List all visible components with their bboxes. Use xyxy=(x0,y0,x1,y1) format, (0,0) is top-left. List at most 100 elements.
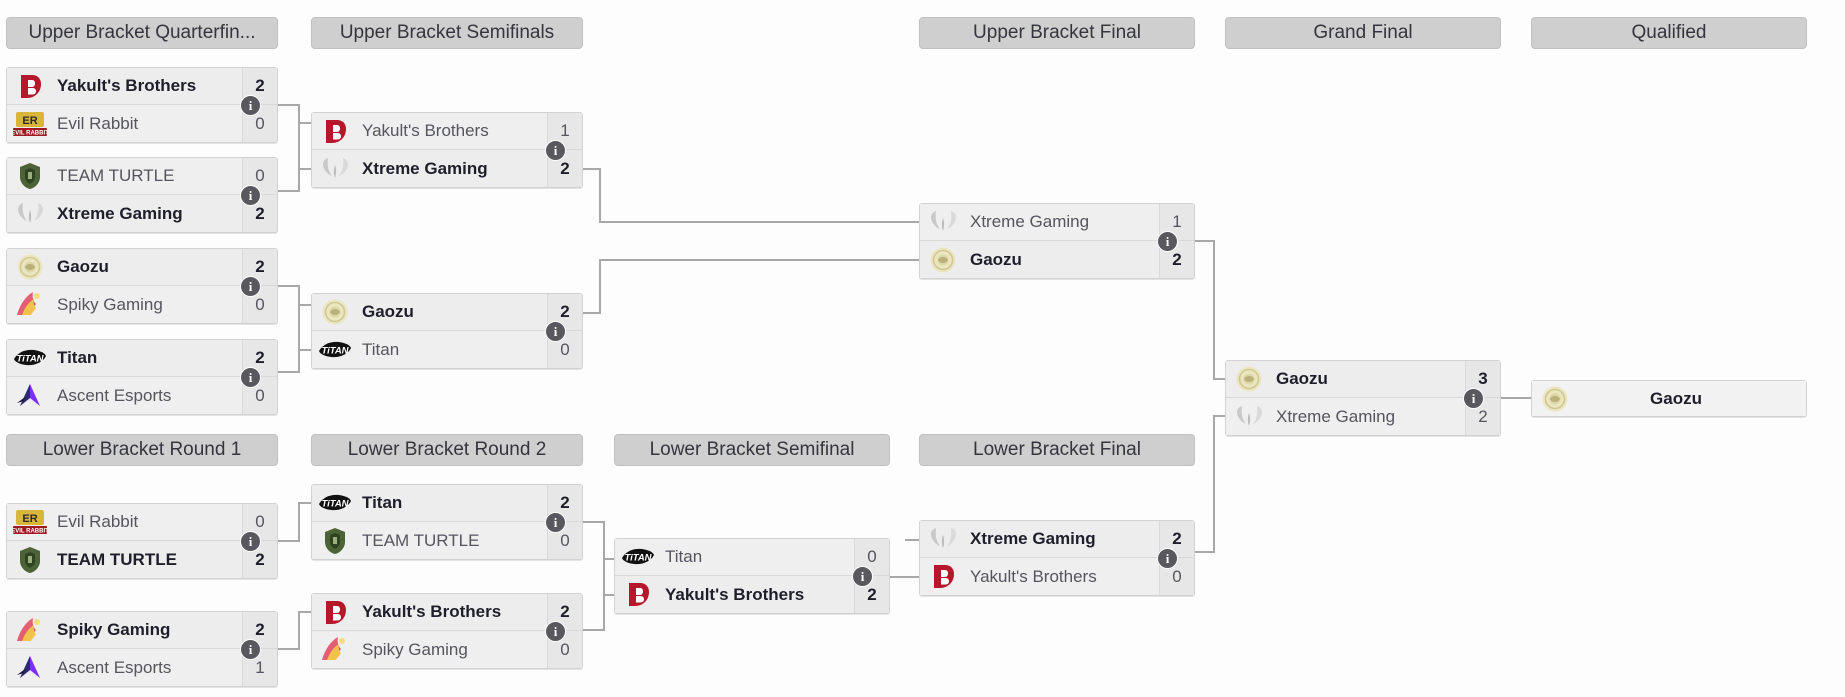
qualified-card[interactable]: Gaozu xyxy=(1531,380,1807,417)
match-upper-semifinal-2[interactable]: Gaozu 2 TiTAN Titan 0 i xyxy=(311,293,583,369)
team-name: Xtreme Gaming xyxy=(57,203,183,223)
match-row-team-bottom[interactable]: Spiky Gaming 0 xyxy=(7,286,277,323)
team-turtle-logo xyxy=(317,526,353,555)
svg-text:TiTAN: TiTAN xyxy=(321,345,349,356)
match-info-icon[interactable]: i xyxy=(240,531,261,552)
match-info-icon[interactable]: i xyxy=(240,185,261,206)
round-header-lower-bracket-round-2[interactable]: Lower Bracket Round 2 xyxy=(311,434,583,466)
connector xyxy=(278,371,300,373)
match-grand-final[interactable]: Gaozu 3 Xtreme Gaming 2 i xyxy=(1225,360,1501,436)
match-upper-quarterfinal-3[interactable]: Gaozu 2 Spiky Gaming 0 i xyxy=(6,248,278,324)
info-glyph: i xyxy=(248,188,253,203)
match-row-team-top[interactable]: Gaozu 3 xyxy=(1226,361,1500,398)
match-lower-round2-2[interactable]: Yakult's Brothers 2 Spiky Gaming 0 i xyxy=(311,593,583,669)
yakults-brothers-logo xyxy=(317,117,353,146)
match-row-team-bottom[interactable]: Xtreme Gaming 2 xyxy=(312,150,582,187)
match-info-icon[interactable]: i xyxy=(240,95,261,116)
match-upper-bracket-final[interactable]: Xtreme Gaming 1 Gaozu 2 i xyxy=(919,203,1195,279)
match-row-team-bottom[interactable]: Xtreme Gaming 2 xyxy=(7,195,277,232)
match-row-team-bottom[interactable]: Ascent Esports 0 xyxy=(7,377,277,414)
round-header-lower-bracket-semifinal[interactable]: Lower Bracket Semifinal xyxy=(614,434,890,466)
match-info-icon[interactable]: i xyxy=(545,512,566,533)
connector xyxy=(599,259,919,261)
round-header-lower-bracket-final[interactable]: Lower Bracket Final xyxy=(919,434,1195,466)
team-name: Xtreme Gaming xyxy=(970,212,1090,231)
gaozu-logo xyxy=(317,298,353,327)
match-row-team-bottom[interactable]: Spiky Gaming 0 xyxy=(312,631,582,668)
match-row-team-top[interactable]: TiTAN Titan 0 xyxy=(615,539,889,576)
round-header-lower-bracket-round-1[interactable]: Lower Bracket Round 1 xyxy=(6,434,278,466)
round-header-upper-bracket-quarterfinals[interactable]: Upper Bracket Quarterfin... xyxy=(6,17,278,49)
round-header-label: Lower Bracket Semifinal xyxy=(649,439,855,460)
connector xyxy=(298,304,312,306)
match-row-team-bottom[interactable]: TiTAN Titan 0 xyxy=(312,331,582,368)
svg-text:EVIL RABBIT: EVIL RABBIT xyxy=(13,130,47,136)
match-row-team-top[interactable]: ER EVIL RABBIT Evil Rabbit 0 xyxy=(7,504,277,541)
connector xyxy=(298,502,300,540)
round-header-grand-final[interactable]: Grand Final xyxy=(1225,17,1501,49)
match-info-icon[interactable]: i xyxy=(240,367,261,388)
match-row-team-top[interactable]: Yakult's Brothers 2 xyxy=(7,68,277,105)
match-row-team-bottom[interactable]: ER EVIL RABBIT Evil Rabbit 0 xyxy=(7,105,277,142)
match-row-team-top[interactable]: Spiky Gaming 2 xyxy=(7,612,277,649)
match-row-team-top[interactable]: Gaozu 2 xyxy=(7,249,277,286)
team-name: Yakult's Brothers xyxy=(970,566,1097,586)
connector xyxy=(1213,240,1215,378)
match-row-team-bottom[interactable]: Yakult's Brothers 2 xyxy=(615,576,889,613)
team-name: Xtreme Gaming xyxy=(970,529,1096,548)
match-row-team-bottom[interactable]: Xtreme Gaming 2 xyxy=(1226,398,1500,435)
round-header-upper-bracket-semifinals[interactable]: Upper Bracket Semifinals xyxy=(311,17,583,49)
match-info-icon[interactable]: i xyxy=(1157,548,1178,569)
spiky-gaming-logo xyxy=(12,616,48,645)
connector xyxy=(278,190,300,192)
qualified-row[interactable]: Gaozu xyxy=(1532,381,1806,416)
match-row-team-top[interactable]: Xtreme Gaming 2 xyxy=(920,521,1194,558)
team-name: Gaozu xyxy=(57,257,109,276)
match-info-icon[interactable]: i xyxy=(545,140,566,161)
match-lower-round1-2[interactable]: Spiky Gaming 2 Ascent Esports 1 i xyxy=(6,611,278,687)
match-row-team-top[interactable]: Yakult's Brothers 1 xyxy=(312,113,582,150)
connector xyxy=(278,648,300,650)
connector xyxy=(890,576,920,578)
match-upper-quarterfinal-4[interactable]: TiTAN Titan 2 Ascent Esports 0 i xyxy=(6,339,278,415)
info-glyph: i xyxy=(1471,391,1476,406)
match-lower-round2-1[interactable]: TiTAN Titan 2 TEAM TURTLE 0 i xyxy=(311,484,583,560)
round-header-label: Upper Bracket Final xyxy=(973,22,1141,43)
match-lower-bracket-final[interactable]: Xtreme Gaming 2 Yakult's Brothers 0 i xyxy=(919,520,1195,596)
match-row-team-top[interactable]: TEAM TURTLE 0 xyxy=(7,158,277,195)
round-header-upper-bracket-final[interactable]: Upper Bracket Final xyxy=(919,17,1195,49)
match-info-icon[interactable]: i xyxy=(852,566,873,587)
match-row-team-bottom[interactable]: Ascent Esports 1 xyxy=(7,649,277,686)
match-info-icon[interactable]: i xyxy=(240,639,261,660)
match-row-team-bottom[interactable]: TEAM TURTLE 2 xyxy=(7,541,277,578)
match-row-team-top[interactable]: Gaozu 2 xyxy=(312,294,582,331)
match-row-team-top[interactable]: TiTAN Titan 2 xyxy=(312,485,582,522)
team-turtle-logo xyxy=(12,162,48,191)
match-row-team-bottom[interactable]: TEAM TURTLE 0 xyxy=(312,522,582,559)
match-upper-quarterfinal-2[interactable]: TEAM TURTLE 0 Xtreme Gaming 2 i xyxy=(6,157,278,233)
match-info-icon[interactable]: i xyxy=(240,276,261,297)
connector xyxy=(603,521,605,630)
match-lower-round1-1[interactable]: ER EVIL RABBIT Evil Rabbit 0 TEAM TURTLE … xyxy=(6,503,278,579)
xtreme-gaming-logo xyxy=(925,208,961,237)
titan-logo: TiTAN xyxy=(12,344,48,373)
match-info-icon[interactable]: i xyxy=(1463,388,1484,409)
round-header-qualified[interactable]: Qualified xyxy=(1531,17,1807,49)
team-name: Spiky Gaming xyxy=(57,620,171,639)
match-row-team-top[interactable]: Xtreme Gaming 1 xyxy=(920,204,1194,241)
match-row-team-bottom[interactable]: Yakult's Brothers 0 xyxy=(920,558,1194,595)
match-info-icon[interactable]: i xyxy=(1157,231,1178,252)
match-upper-semifinal-1[interactable]: Yakult's Brothers 1 Xtreme Gaming 2 i xyxy=(311,112,583,188)
match-upper-quarterfinal-1[interactable]: Yakult's Brothers 2 ER EVIL RABBIT Evil R… xyxy=(6,67,278,143)
match-row-team-top[interactable]: Yakult's Brothers 2 xyxy=(312,594,582,631)
match-row-team-top[interactable]: TiTAN Titan 2 xyxy=(7,340,277,377)
team-name: Titan xyxy=(362,493,403,512)
gaozu-logo xyxy=(1231,365,1267,394)
xtreme-gaming-logo xyxy=(1231,402,1267,431)
match-lower-semifinal[interactable]: TiTAN Titan 0 Yakult's Brothers 2 i xyxy=(614,538,890,614)
match-info-icon[interactable]: i xyxy=(545,321,566,342)
team-name: Spiky Gaming xyxy=(57,294,163,314)
round-header-label: Upper Bracket Semifinals xyxy=(339,22,555,43)
match-row-team-bottom[interactable]: Gaozu 2 xyxy=(920,241,1194,278)
match-info-icon[interactable]: i xyxy=(545,621,566,642)
